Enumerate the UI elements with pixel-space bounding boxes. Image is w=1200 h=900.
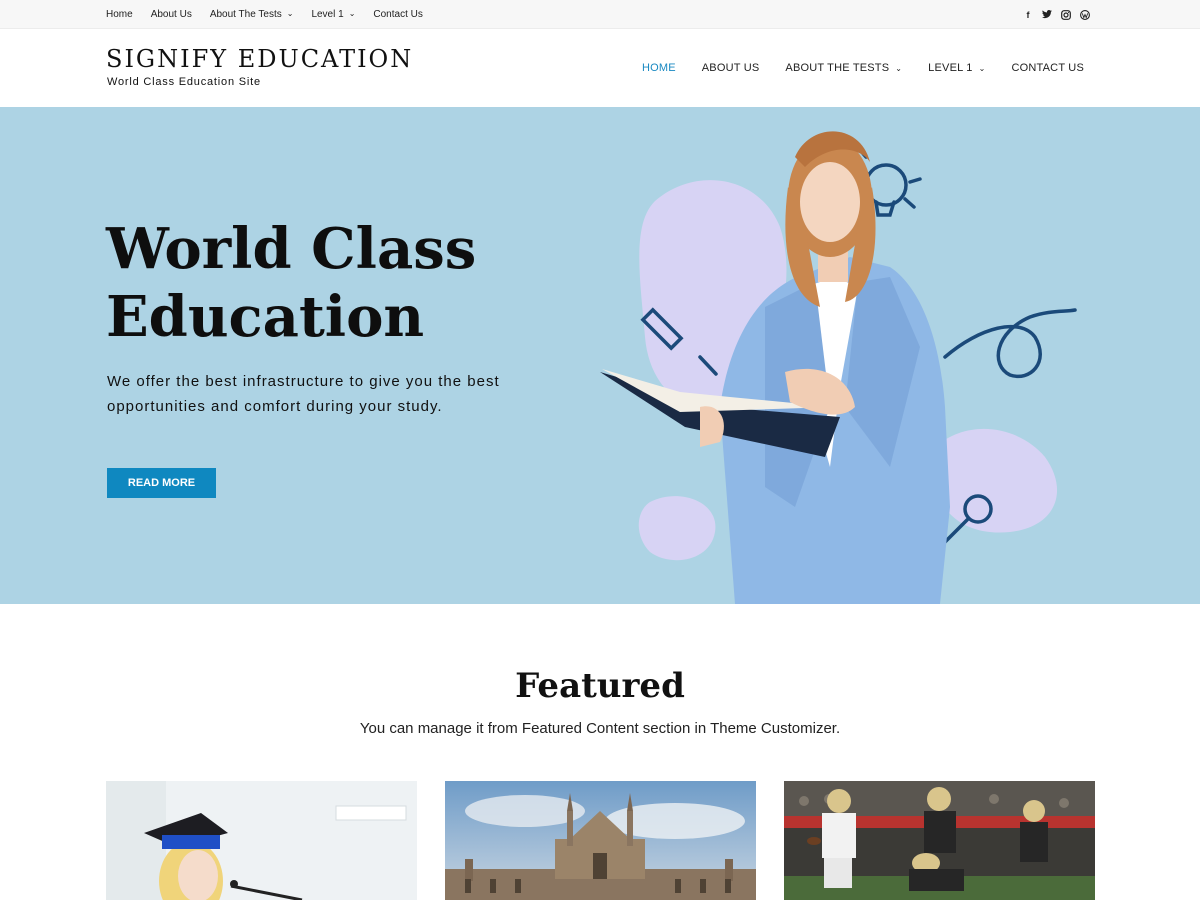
main-nav-about-us[interactable]: ABOUT US	[702, 62, 760, 74]
chevron-down-icon: ⌄	[286, 9, 294, 18]
featured-card-1[interactable]	[106, 781, 417, 900]
site-tagline: World Class Education Site	[107, 76, 261, 88]
top-nav-about-the-tests[interactable]: About The Tests ⌄	[210, 9, 294, 20]
hero-description: We offer the best infrastructure to give…	[107, 373, 500, 415]
top-nav-about-us[interactable]: About Us	[151, 9, 192, 20]
top-nav-home[interactable]: Home	[106, 9, 133, 20]
main-nav-about-the-tests[interactable]: ABOUT THE TESTS ⌄	[785, 62, 902, 74]
main-nav-home[interactable]: HOME	[642, 62, 676, 74]
featured-image-football	[784, 781, 1095, 900]
featured-card-2[interactable]	[445, 781, 756, 900]
hero-title: World Class Education	[106, 216, 477, 350]
featured-image-graduate	[106, 781, 417, 900]
twitter-icon[interactable]	[1042, 10, 1052, 20]
hero-banner: World Class Education We offer the best …	[0, 107, 1200, 604]
social-links: f	[1014, 0, 1090, 29]
site-header: SIGNIFY EDUCATION World Class Education …	[0, 29, 1200, 107]
featured-subtitle: You can manage it from Featured Content …	[359, 720, 841, 737]
chevron-down-icon: ⌄	[895, 63, 903, 73]
main-nav-contact-us[interactable]: CONTACT US	[1012, 62, 1085, 74]
hero-image-woman-with-book	[600, 131, 1077, 604]
top-nav-level-1[interactable]: Level 1 ⌄	[311, 9, 355, 20]
main-nav: HOME ABOUT US ABOUT THE TESTS ⌄ LEVEL 1 ⌄ …	[616, 29, 1084, 107]
top-bar: Home About Us About The Tests ⌄ Level 1 ⌄ …	[0, 0, 1200, 29]
top-nav: Home About Us About The Tests ⌄ Level 1 ⌄ …	[106, 0, 441, 29]
read-more-button[interactable]: READ MORE	[107, 468, 216, 498]
facebook-icon[interactable]: f	[1023, 10, 1033, 20]
featured-title: Featured	[515, 666, 685, 706]
wordpress-icon[interactable]	[1080, 9, 1090, 20]
chevron-down-icon: ⌄	[978, 63, 986, 73]
top-nav-contact-us[interactable]: Contact Us	[373, 9, 422, 20]
featured-image-college-building	[445, 781, 756, 900]
featured-card-3[interactable]	[784, 781, 1095, 900]
site-title[interactable]: SIGNIFY EDUCATION	[106, 45, 413, 73]
chevron-down-icon: ⌄	[348, 9, 356, 18]
main-nav-level-1[interactable]: LEVEL 1 ⌄	[928, 62, 985, 74]
instagram-icon[interactable]	[1061, 9, 1071, 20]
